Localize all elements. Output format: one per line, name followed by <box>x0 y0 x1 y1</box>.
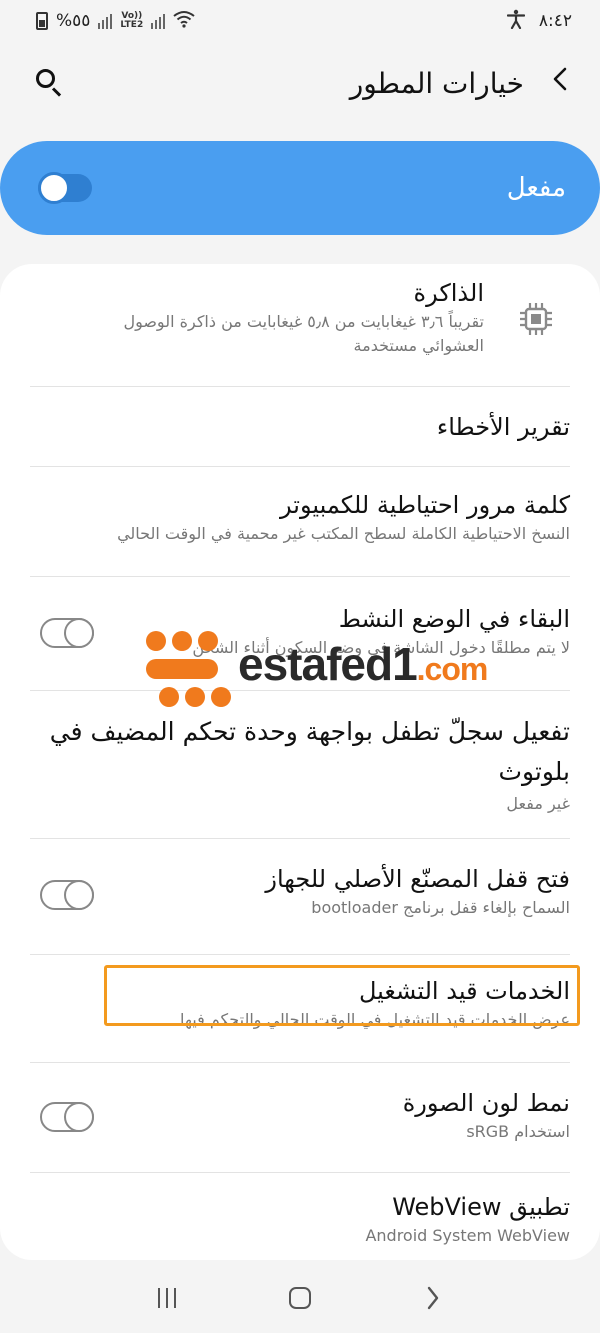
oem-unlock-switch[interactable] <box>40 880 94 910</box>
memory-subtitle: تقريباً ٣٫٦ غيغابايت من ٥٫٨ غيغابايت من … <box>123 312 484 355</box>
lte-icon: Vo)) LTE2 <box>120 12 143 30</box>
list-item-backup-password[interactable]: كلمة مرور احتياطية للكمبيوتر النسخ الاحت… <box>30 472 570 574</box>
item-title: البقاء في الوضع النشط <box>338 605 570 633</box>
divider <box>30 1172 570 1173</box>
settings-card: الذاكرة الذاكرة تقريباً ٣٫٦ غيغابايت من … <box>0 264 600 1260</box>
item-subtitle: لا يتم مطلقًا دخول الشاشة في وضع السكون … <box>192 638 570 657</box>
divider <box>30 838 570 839</box>
item-title: تفعيل سجلّ تطفل بواجهة وحدة تحكم المضيف … <box>49 717 570 786</box>
master-switch[interactable] <box>38 172 92 204</box>
chevron-left-icon <box>553 67 567 91</box>
running-services-texts: الخدمات قيد التشغيل عرض الخدمات قيد التش… <box>30 960 570 1032</box>
item-subtitle: استخدام sRGB <box>466 1122 570 1141</box>
color-mode-switch[interactable] <box>40 1102 94 1132</box>
signal-icon <box>98 13 113 29</box>
accessibility-icon <box>506 9 525 34</box>
divider <box>30 1062 570 1063</box>
recents-button[interactable] <box>147 1278 187 1318</box>
oem-texts: فتح قفل المصنّع الأصلي للجهاز السماح بإل… <box>30 844 570 920</box>
stay-awake-switch[interactable] <box>40 618 94 648</box>
lte-bottom: LTE2 <box>120 20 144 30</box>
page-title: خيارات المطور <box>349 66 524 100</box>
home-button[interactable] <box>280 1278 320 1318</box>
memory-title: الذاكرة <box>413 279 485 307</box>
item-title: الخدمات قيد التشغيل <box>358 977 570 1005</box>
back-nav-button[interactable] <box>413 1278 453 1318</box>
list-item-bug-report[interactable]: تقرير الأخطاء <box>30 392 570 466</box>
stay-awake-texts: البقاء في الوضع النشط لا يتم مطلقًا دخول… <box>30 582 570 660</box>
webview-texts: تطبيق WebView Android System WebView <box>30 1178 570 1248</box>
status-bar: %٥٥ Vo)) LTE2 ٨:٤٢ <box>0 0 600 42</box>
item-title: فتح قفل المصنّع الأصلي للجهاز <box>265 865 570 893</box>
memory-texts: الذاكرة تقريباً ٣٫٦ غيغابايت من ٥٫٨ غيغا… <box>64 276 484 358</box>
color-mode-texts: نمط لون الصورة استخدام sRGB <box>30 1068 570 1144</box>
back-icon <box>428 1286 439 1309</box>
divider <box>30 386 570 387</box>
back-button[interactable] <box>550 64 570 102</box>
list-item-stay-awake[interactable]: البقاء في الوضع النشط لا يتم مطلقًا دخول… <box>30 582 570 690</box>
item-subtitle: Android System WebView <box>365 1226 570 1245</box>
memory-chip-icon <box>518 301 554 337</box>
item-subtitle: النسخ الاحتياطية الكاملة لسطح المكتب غير… <box>117 524 570 543</box>
list-item-bluetooth-snoop[interactable]: تفعيل سجلّ تطفل بواجهة وحدة تحكم المضيف … <box>30 696 570 836</box>
switch-knob <box>64 880 94 910</box>
master-switch-knob <box>38 172 70 204</box>
master-toggle-label: مفعل <box>506 173 566 203</box>
app-header: خيارات المطور <box>0 50 600 116</box>
list-item-picture-color-mode[interactable]: نمط لون الصورة استخدام sRGB <box>30 1068 570 1172</box>
divider <box>30 576 570 577</box>
item-subtitle: عرض الخدمات قيد التشغيل في الوقت الحالي … <box>180 1010 570 1029</box>
search-icon <box>36 69 55 88</box>
list-item-oem-unlock[interactable]: فتح قفل المصنّع الأصلي للجهاز السماح بإل… <box>30 844 570 954</box>
title-group: خيارات المطور <box>350 64 570 102</box>
list-item-running-services[interactable]: الخدمات قيد التشغيل عرض الخدمات قيد التش… <box>30 960 570 1060</box>
divider <box>30 954 570 955</box>
battery-percent: %٥٥ <box>56 11 91 31</box>
battery-icon <box>36 12 48 30</box>
search-icon-handle <box>51 87 62 97</box>
search-button[interactable] <box>32 65 68 101</box>
item-title: تطبيق WebView <box>392 1193 570 1221</box>
divider <box>30 466 570 467</box>
item-title: تقرير الأخطاء <box>436 413 570 441</box>
item-subtitle: السماح بإلغاء قفل برنامج bootloader <box>311 898 570 917</box>
navigation-bar <box>0 1262 600 1333</box>
item-title: كلمة مرور احتياطية للكمبيوتر <box>280 491 570 519</box>
recents-icon <box>157 1287 176 1308</box>
item-subtitle: غير مفعل <box>506 794 570 813</box>
clock: ٨:٤٢ <box>538 11 572 31</box>
home-icon <box>288 1286 311 1309</box>
status-right: ٨:٤٢ <box>506 9 572 34</box>
switch-knob <box>64 1102 94 1132</box>
switch-knob <box>64 618 94 648</box>
divider <box>30 690 570 691</box>
signal-icon-2 <box>151 13 166 29</box>
master-toggle-bar[interactable]: مفعل <box>0 141 600 235</box>
list-item-webview[interactable]: تطبيق WebView Android System WebView <box>30 1178 570 1260</box>
status-left: %٥٥ Vo)) LTE2 <box>36 10 195 33</box>
item-title: نمط لون الصورة <box>402 1089 570 1117</box>
wifi-icon <box>173 10 195 33</box>
